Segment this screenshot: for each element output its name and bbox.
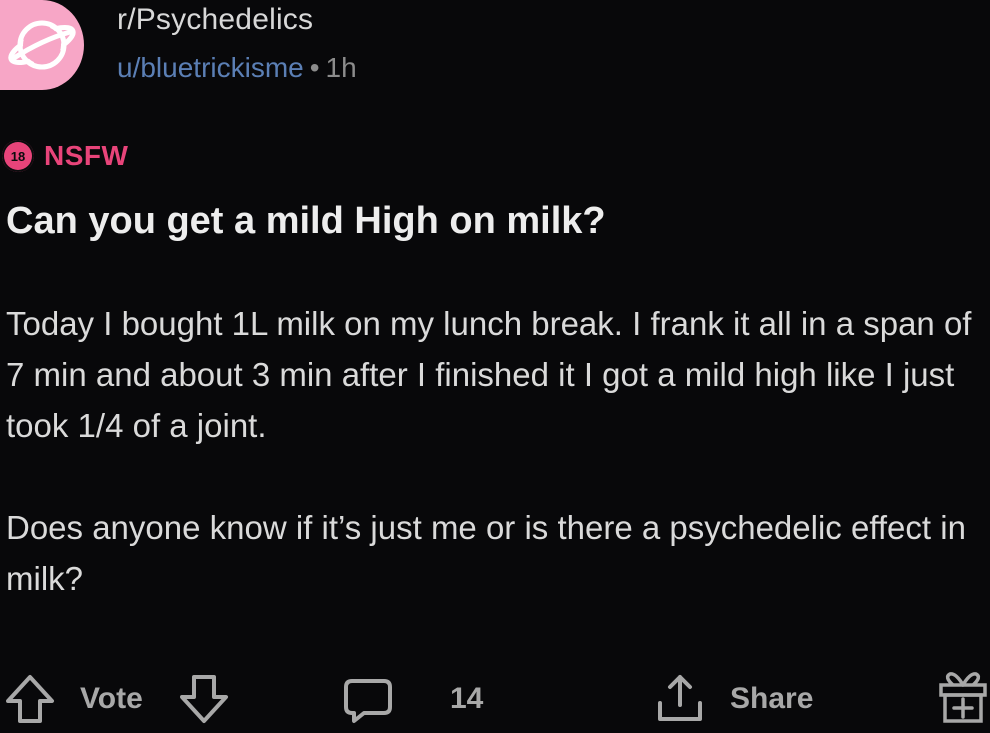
downvote-button[interactable] xyxy=(176,668,232,730)
share-label[interactable]: Share xyxy=(730,668,813,730)
nsfw-label: NSFW xyxy=(44,140,129,171)
arrow-up-icon xyxy=(6,675,54,723)
post-body: Today I bought 1L milk on my lunch break… xyxy=(6,298,976,604)
vote-label: Vote xyxy=(80,682,143,715)
subreddit-avatar[interactable] xyxy=(0,0,84,90)
age-18-icon: 18 xyxy=(2,140,34,172)
author-link[interactable]: u/bluetrickisme xyxy=(117,52,304,83)
body-paragraph: Does anyone know if it’s just me or is t… xyxy=(6,509,966,597)
speech-bubble-icon xyxy=(344,679,392,723)
post-meta: u/bluetrickisme • 1h xyxy=(117,52,357,84)
share-button[interactable] xyxy=(652,668,708,730)
gift-icon xyxy=(939,672,987,723)
arrow-down-icon xyxy=(180,675,228,723)
reddit-post: r/Psychedelics u/bluetrickisme • 1h 18 NSF… xyxy=(0,0,990,733)
comments-button[interactable] xyxy=(340,668,396,730)
body-paragraph: Today I bought 1L milk on my lunch break… xyxy=(6,305,972,444)
post-title[interactable]: Can you get a mild High on milk? xyxy=(6,200,606,243)
upvote-button[interactable] xyxy=(2,668,58,730)
comment-count[interactable]: 14 xyxy=(450,668,483,730)
action-bar: Vote 14 Share xyxy=(0,668,990,730)
planet-icon xyxy=(0,0,84,90)
share-icon xyxy=(658,675,702,721)
subreddit-name[interactable]: r/Psychedelics xyxy=(117,3,313,37)
post-age: 1h xyxy=(325,52,357,83)
meta-separator: • xyxy=(309,52,320,83)
award-button[interactable] xyxy=(936,668,990,730)
nsfw-tag: 18 NSFW xyxy=(0,138,128,174)
